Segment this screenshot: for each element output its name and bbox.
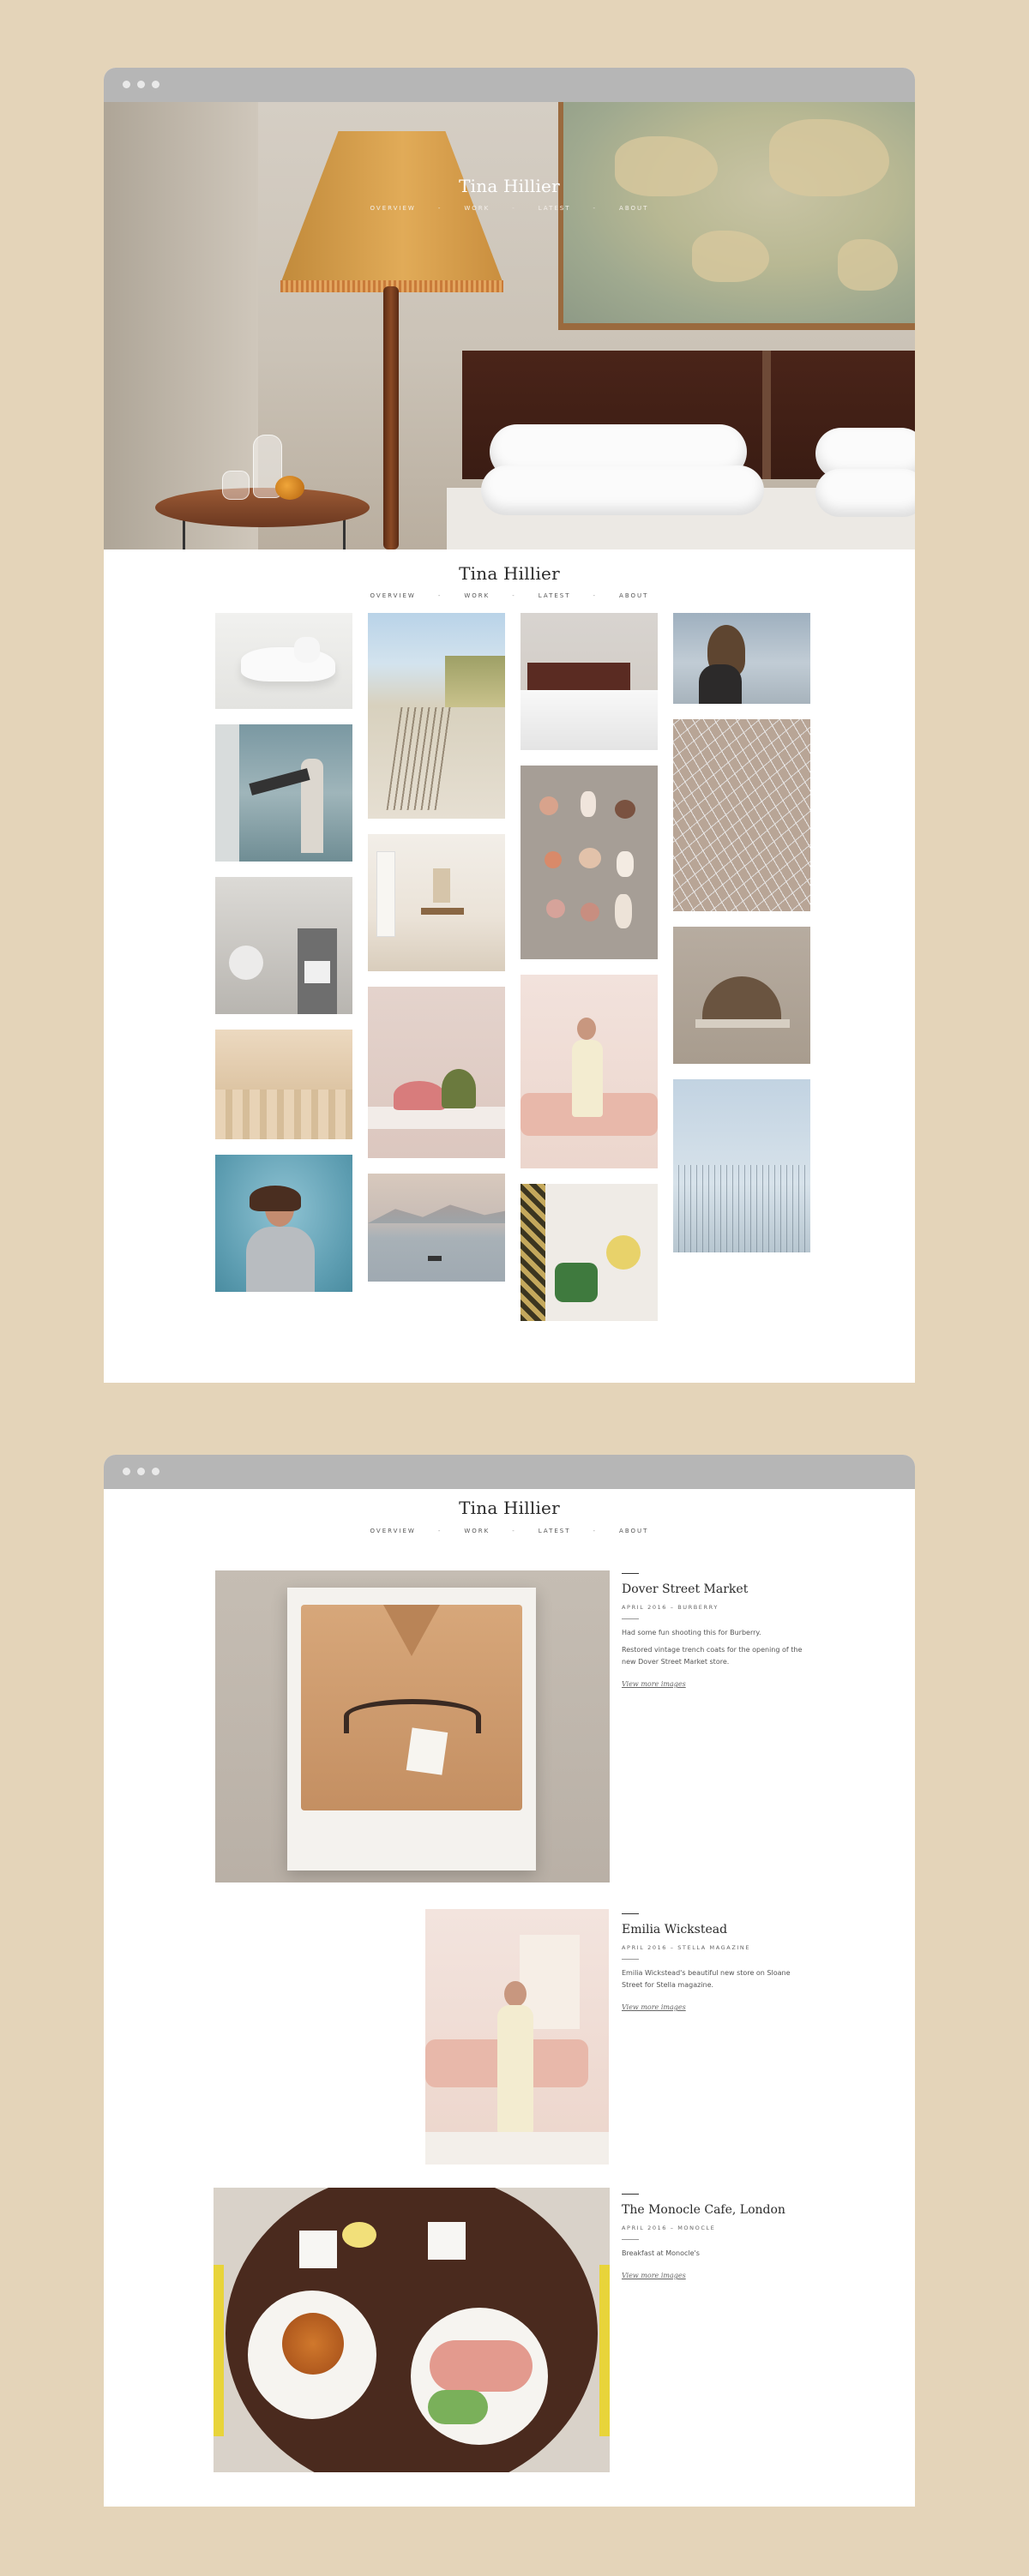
post-meta: APRIL 2016 – BURBERRY: [622, 1604, 719, 1611]
photo-city[interactable]: [215, 1030, 352, 1139]
nav-overview[interactable]: OVERVIEW: [370, 592, 416, 599]
nav-work[interactable]: WORK: [464, 592, 490, 599]
photo-lake[interactable]: [368, 1174, 505, 1282]
nav-about[interactable]: ABOUT: [619, 205, 648, 212]
photo-pink-sofa[interactable]: [521, 975, 658, 1168]
post-text-dover-street: Dover Street Market APRIL 2016 – BURBERR…: [622, 1573, 810, 1690]
view-more-link[interactable]: View more images: [622, 1680, 686, 1688]
window-dot-icon[interactable]: [137, 1468, 145, 1475]
post-text-emilia-wickstead: Emilia Wickstead APRIL 2016 – STELLA MAG…: [622, 1913, 810, 2013]
hero-nav: OVERVIEW - WORK - LATEST - ABOUT: [370, 205, 649, 212]
post-paragraph: Breakfast at Monocle's: [622, 2249, 700, 2257]
post-image-emilia-wickstead[interactable]: [425, 1909, 609, 2165]
photo-bed[interactable]: [521, 613, 658, 750]
photo-horses[interactable]: [215, 613, 352, 709]
lamp-pole: [383, 286, 399, 549]
post-title[interactable]: Emilia Wickstead: [622, 1923, 810, 1937]
nav-about[interactable]: ABOUT: [619, 1528, 648, 1534]
main-nav: OVERVIEW - WORK - LATEST - ABOUT: [370, 592, 649, 599]
photo-interior-dining[interactable]: [368, 834, 505, 971]
browser-window-overview: Tina Hillier OVERVIEW - WORK - LATEST - …: [104, 68, 915, 1383]
photo-grid: [215, 613, 810, 1350]
browser-chrome: [104, 1455, 915, 1489]
site-logo[interactable]: Tina Hillier: [104, 176, 915, 196]
photo-frosted-branches[interactable]: [673, 719, 810, 911]
window-dot-icon[interactable]: [123, 1468, 130, 1475]
nav-overview[interactable]: OVERVIEW: [370, 1528, 416, 1534]
nav-work[interactable]: WORK: [464, 205, 490, 212]
photo-telescope[interactable]: [215, 724, 352, 862]
photo-gym[interactable]: [215, 877, 352, 1014]
nav-about[interactable]: ABOUT: [619, 592, 648, 599]
photo-green-armchair[interactable]: [521, 1184, 658, 1321]
photo-woman-sea[interactable]: [673, 613, 810, 704]
window-dot-icon[interactable]: [152, 81, 159, 88]
post-paragraph: Restored vintage trench coats for the op…: [622, 1646, 803, 1666]
photo-protea[interactable]: [368, 987, 505, 1158]
browser-chrome: [104, 68, 915, 102]
post-title[interactable]: The Monocle Cafe, London: [622, 2203, 810, 2217]
post-meta: APRIL 2016 – STELLA MAGAZINE: [622, 1944, 751, 1951]
nav-work[interactable]: WORK: [464, 1528, 490, 1534]
nav-overview[interactable]: OVERVIEW: [370, 205, 416, 212]
window-controls: [123, 1468, 159, 1475]
browser-window-latest: Tina Hillier OVERVIEW - WORK - LATEST - …: [104, 1455, 915, 2507]
window-dot-icon[interactable]: [123, 81, 130, 88]
window-controls: [123, 81, 159, 88]
post-image-trench-coat[interactable]: [215, 1570, 610, 1882]
window-dot-icon[interactable]: [152, 1468, 159, 1475]
post-meta: APRIL 2016 – MONOCLE: [622, 2225, 716, 2231]
site-logo[interactable]: Tina Hillier: [104, 1498, 915, 1518]
photo-stone-window[interactable]: [673, 927, 810, 1064]
post-paragraph: Had some fun shooting this for Burberry.: [622, 1629, 761, 1636]
wall-map: [558, 102, 915, 330]
nav-latest[interactable]: LATEST: [539, 205, 571, 212]
photo-dunes[interactable]: [368, 613, 505, 819]
view-more-link[interactable]: View more images: [622, 2272, 686, 2279]
nav-latest[interactable]: LATEST: [539, 592, 571, 599]
nav-latest[interactable]: LATEST: [539, 1528, 571, 1534]
main-nav: OVERVIEW - WORK - LATEST - ABOUT: [370, 1528, 649, 1534]
photo-frosted-grass[interactable]: [673, 1079, 810, 1252]
post-text-monocle-cafe: The Monocle Cafe, London APRIL 2016 – MO…: [622, 2194, 810, 2281]
hero-image: Tina Hillier OVERVIEW - WORK - LATEST - …: [104, 102, 915, 549]
window-dot-icon[interactable]: [137, 81, 145, 88]
site-logo[interactable]: Tina Hillier: [104, 563, 915, 584]
post-paragraph: Emilia Wickstead's beautiful new store o…: [622, 1969, 791, 1989]
post-image-monocle-cafe[interactable]: [214, 2188, 610, 2472]
photo-mushrooms[interactable]: [521, 766, 658, 959]
view-more-link[interactable]: View more images: [622, 2003, 686, 2011]
post-title[interactable]: Dover Street Market: [622, 1582, 810, 1596]
photo-portrait-blue[interactable]: [215, 1155, 352, 1292]
